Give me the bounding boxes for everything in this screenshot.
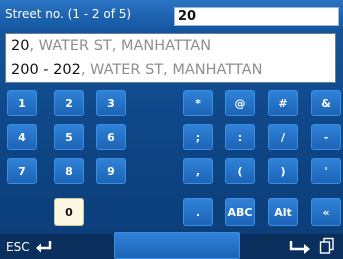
keypad-screen: Street no. (1 - 2 of 5) 20, WATER ST, MA… xyxy=(0,0,343,259)
key-2[interactable]: 2 xyxy=(54,90,84,116)
right-turn-arrow-icon[interactable] xyxy=(288,239,312,255)
key-alt[interactable]: Alt xyxy=(268,198,298,226)
key-at[interactable]: @ xyxy=(225,90,255,116)
return-arrow-icon xyxy=(35,241,51,253)
key-comma[interactable]: , xyxy=(183,158,213,184)
key-left-paren[interactable]: ( xyxy=(225,158,255,184)
result-item[interactable]: 200 - 202, WATER ST, MANHATTAN xyxy=(6,58,335,82)
key-colon[interactable]: : xyxy=(225,124,255,150)
key-semicolon[interactable]: ; xyxy=(183,124,213,150)
key-1[interactable]: 1 xyxy=(7,90,37,116)
street-number-input[interactable] xyxy=(174,7,339,26)
key-0[interactable]: 0 xyxy=(54,198,84,226)
key-4[interactable]: 4 xyxy=(7,124,37,150)
key-star[interactable]: * xyxy=(183,90,213,116)
result-street: , WATER ST, MANHATTAN xyxy=(29,38,212,54)
key-right-paren[interactable]: ) xyxy=(268,158,298,184)
key-slash[interactable]: / xyxy=(268,124,298,150)
key-dot[interactable]: . xyxy=(183,198,213,226)
key-6[interactable]: 6 xyxy=(96,124,126,150)
result-street: , WATER ST, MANHATTAN xyxy=(80,62,263,78)
key-5[interactable]: 5 xyxy=(54,124,84,150)
esc-button[interactable]: ESC xyxy=(6,238,52,256)
result-number: 20 xyxy=(11,38,30,54)
key-8[interactable]: 8 xyxy=(54,158,84,184)
result-number: 200 - 202 xyxy=(11,62,81,78)
key-backspace[interactable]: « xyxy=(311,198,341,226)
header-bar: Street no. (1 - 2 of 5) xyxy=(0,0,343,30)
street-number-label: Street no. (1 - 2 of 5) xyxy=(5,7,132,21)
result-item[interactable]: 20, WATER ST, MANHATTAN xyxy=(6,34,335,58)
key-3[interactable]: 3 xyxy=(96,90,126,116)
results-list: 20, WATER ST, MANHATTAN 200 - 202, WATER… xyxy=(5,33,336,83)
pages-icon[interactable] xyxy=(318,237,336,255)
key-dash[interactable]: - xyxy=(311,124,341,150)
key-7[interactable]: 7 xyxy=(7,158,37,184)
key-hash[interactable]: # xyxy=(268,90,298,116)
key-ampersand[interactable]: & xyxy=(311,90,341,116)
esc-label: ESC xyxy=(6,240,30,254)
space-bar-key[interactable] xyxy=(114,232,240,259)
key-abc[interactable]: ABC xyxy=(225,198,255,226)
key-9[interactable]: 9 xyxy=(96,158,126,184)
key-apostrophe[interactable]: ' xyxy=(311,158,341,184)
